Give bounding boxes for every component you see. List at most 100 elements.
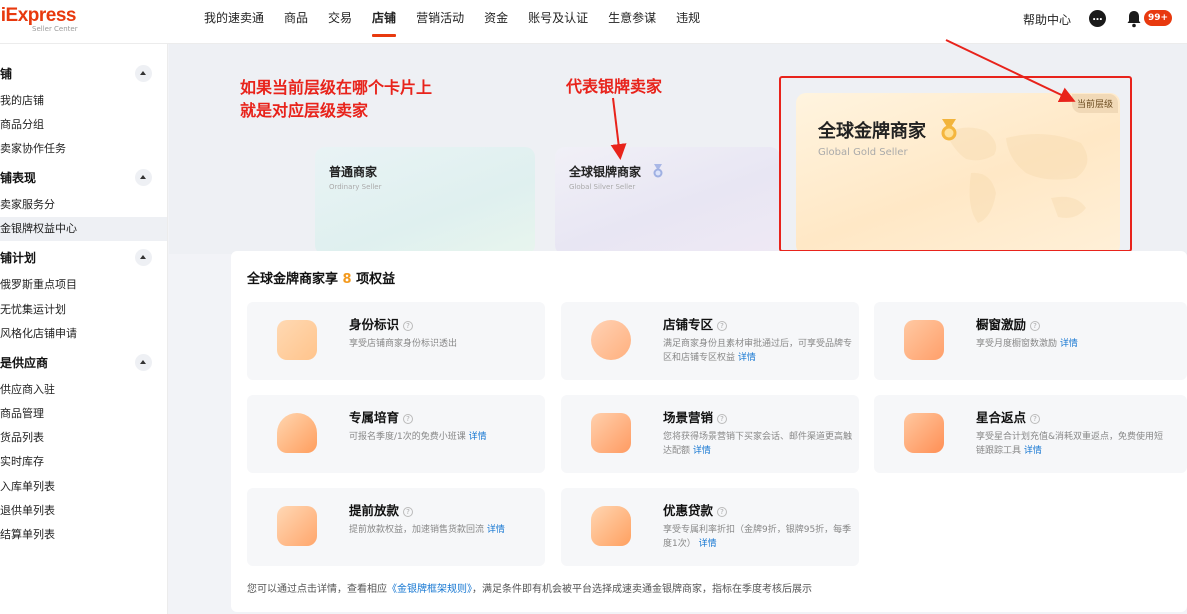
benefit-card-training[interactable]: 专属培育? 可报名季度/1次的免费小班课 详情 (247, 395, 545, 473)
sidebar-item-return-list[interactable]: 退供单列表 (0, 499, 167, 523)
wallet-icon (277, 506, 317, 546)
annotation-highlight-box (779, 76, 1132, 252)
nav-account[interactable]: 账号及认证 (528, 0, 588, 44)
benefit-card-scene-marketing[interactable]: 场景营销? 您将获得场景营销下买家会话、邮件渠道更高触达配额 详情 (561, 395, 859, 473)
tier-title: 普通商家 (329, 165, 378, 179)
benefit-desc: 享受店铺商家身份标识透出 (349, 339, 458, 349)
person-icon (277, 413, 317, 453)
details-link[interactable]: 详情 (1024, 446, 1042, 456)
benefit-desc: 享受专属利率折扣（金牌9折，银牌95折，每季度1次） 详情 (663, 525, 852, 549)
house-icon (904, 413, 944, 453)
trend-chart-icon (904, 320, 944, 360)
collapse-performance-icon[interactable] (135, 169, 152, 186)
benefit-desc: 您将获得场景营销下买家会话、邮件渠道更高触达配额 详情 (663, 432, 853, 456)
tier-card-ordinary[interactable]: 普通商家 Ordinary Seller (315, 147, 535, 255)
sidebar-item-realtime-stock[interactable]: 实时库存 (0, 450, 167, 474)
benefit-desc: 享受星合计划充值&消耗双重返点，免费使用短链跟踪工具 详情 (976, 432, 1164, 456)
footer-text-before: 您可以通过点击详情，查看相应 (247, 584, 387, 595)
benefits-title-prefix: 全球金牌商家享 (247, 272, 339, 287)
benefit-title: 场景营销 (663, 410, 714, 425)
benefits-title: 全球金牌商家享 8 项权益 (247, 268, 395, 287)
sidebar-item-service-score[interactable]: 卖家服务分 (0, 193, 167, 217)
benefit-desc: 提前放款权益，加速销售货款回流 详情 (349, 525, 505, 535)
details-link[interactable]: 详情 (738, 353, 756, 363)
collapse-store-icon[interactable] (135, 65, 152, 82)
benefit-title: 店铺专区 (663, 317, 714, 332)
sidebar-item-russia-project[interactable]: 俄罗斯重点项目 (0, 273, 167, 297)
main-nav: 我的速卖通 商品 交易 店铺 营销活动 资金 账号及认证 生意参谋 违规 (204, 0, 720, 44)
nav-marketing[interactable]: 营销活动 (416, 0, 464, 44)
details-link[interactable]: 详情 (487, 525, 505, 535)
sidebar-group-store[interactable]: 铺 (0, 65, 12, 82)
top-bar: liExpress Seller Center 我的速卖通 商品 交易 店铺 营… (0, 0, 1187, 44)
help-icon[interactable]: ? (403, 414, 414, 424)
benefit-card-early-payout[interactable]: 提前放款? 提前放款权益，加速销售货款回流 详情 (247, 488, 545, 566)
help-icon[interactable]: ? (403, 321, 414, 331)
nav-store[interactable]: 店铺 (372, 0, 397, 44)
nav-funds[interactable]: 资金 (484, 0, 508, 44)
silver-medal-icon (653, 164, 663, 178)
search-icon (591, 320, 631, 360)
details-link[interactable]: 详情 (1060, 339, 1078, 349)
nav-business-advisor[interactable]: 生意参谋 (608, 0, 656, 44)
money-bag-icon (591, 506, 631, 546)
benefit-card-identity[interactable]: 身份标识? 享受店铺商家身份标识透出 (247, 302, 545, 380)
logo-subtitle: Seller Center (32, 25, 78, 33)
benefit-title: 橱窗激励 (976, 317, 1027, 332)
benefits-count: 8 (342, 272, 352, 287)
sidebar-item-consolidation[interactable]: 无忧集运计划 (0, 298, 167, 322)
help-icon[interactable]: ? (717, 321, 728, 331)
details-link[interactable]: 详情 (469, 432, 487, 442)
details-link[interactable]: 详情 (699, 539, 717, 549)
nav-my-aliexpress[interactable]: 我的速卖通 (204, 0, 264, 44)
collapse-supplier-icon[interactable] (135, 354, 152, 371)
benefit-card-rebate[interactable]: 星合返点? 享受星合计划充值&消耗双重返点，免费使用短链跟踪工具 详情 (874, 395, 1187, 473)
help-icon[interactable]: ? (1030, 321, 1041, 331)
benefit-title: 专属培育 (349, 410, 400, 425)
details-link[interactable]: 详情 (693, 446, 711, 456)
sidebar-item-supplier-join[interactable]: 供应商入驻 (0, 378, 167, 402)
tier-subtitle: Ordinary Seller (329, 183, 382, 191)
footer-text-after: ，满足条件即有机会被平台选择成速卖通金银牌商家，指标在季度考核后展示 (472, 584, 812, 595)
benefit-desc: 享受月度橱窗数激励 详情 (976, 339, 1078, 349)
benefit-card-showcase[interactable]: 橱窗激励? 享受月度橱窗数激励 详情 (874, 302, 1187, 380)
sidebar-item-goods-list[interactable]: 货品列表 (0, 426, 167, 450)
help-icon[interactable]: ? (403, 507, 414, 517)
message-icon[interactable]: … (1089, 10, 1106, 27)
medal-icon (277, 320, 317, 360)
benefits-footer-note: 您可以通过点击详情，查看相应《金银牌框架规则》，满足条件即有机会被平台选择成速卖… (247, 580, 812, 595)
framework-rules-link[interactable]: 《金银牌框架规则》 (387, 584, 472, 595)
nav-products[interactable]: 商品 (284, 0, 308, 44)
nav-orders[interactable]: 交易 (328, 0, 352, 44)
help-icon[interactable]: ? (1030, 414, 1041, 424)
sidebar-group-plans[interactable]: 铺计划 (0, 249, 36, 266)
help-center-link[interactable]: 帮助中心 (1023, 11, 1071, 28)
tier-subtitle: Global Silver Seller (569, 183, 636, 191)
sidebar-item-styled-store[interactable]: 风格化店铺申请 (0, 322, 167, 346)
benefit-desc: 满足商家身份且素材审批通过后，可享受品牌专区和店铺专区权益 详情 (663, 339, 853, 363)
tier-card-silver[interactable]: 全球银牌商家 Global Silver Seller (555, 147, 780, 255)
benefit-title: 提前放款 (349, 503, 400, 518)
bell-icon[interactable] (1126, 10, 1142, 28)
sidebar-item-inbound-list[interactable]: 入库单列表 (0, 475, 167, 499)
benefits-title-suffix: 项权益 (356, 272, 396, 287)
sidebar-item-product-mgmt[interactable]: 商品管理 (0, 402, 167, 426)
help-icon[interactable]: ? (717, 414, 728, 424)
tier-title: 全球银牌商家 (569, 165, 642, 179)
sidebar-item-gold-silver-center[interactable]: 金银牌权益中心 (0, 217, 167, 241)
sidebar-item-product-groups[interactable]: 商品分组 (0, 113, 167, 137)
sidebar-group-supplier[interactable]: 是供应商 (0, 354, 48, 371)
annotation-silver: 代表银牌卖家 (566, 77, 663, 96)
benefit-card-store-zone[interactable]: 店铺专区? 满足商家身份且素材审批通过后，可享受品牌专区和店铺专区权益 详情 (561, 302, 859, 380)
sidebar-item-collab-tasks[interactable]: 卖家协作任务 (0, 137, 167, 161)
aliexpress-logo[interactable]: liExpress Seller Center (0, 5, 78, 34)
logo-text: liExpress (0, 5, 77, 26)
help-icon[interactable]: ? (717, 507, 728, 517)
sidebar-item-my-store[interactable]: 我的店铺 (0, 89, 167, 113)
sidebar-item-settlement-list[interactable]: 结算单列表 (0, 523, 167, 547)
benefit-card-loan[interactable]: 优惠贷款? 享受专属利率折扣（金牌9折，银牌95折，每季度1次） 详情 (561, 488, 859, 566)
collapse-plans-icon[interactable] (135, 249, 152, 266)
megaphone-icon (591, 413, 631, 453)
sidebar-group-performance[interactable]: 铺表现 (0, 169, 36, 186)
nav-violations[interactable]: 违规 (676, 0, 700, 44)
